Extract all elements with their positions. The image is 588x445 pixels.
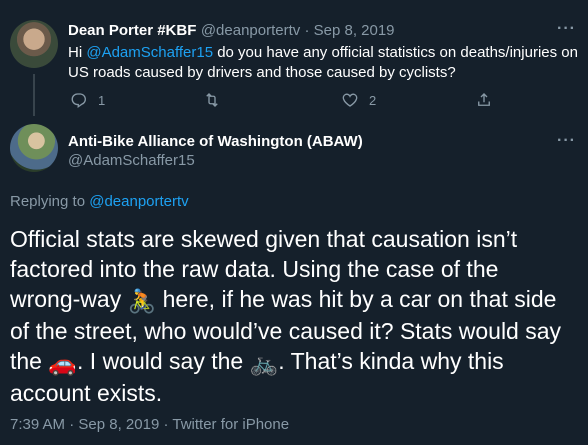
tweet1-author-name[interactable]: Dean Porter #KBF (68, 22, 196, 39)
tweet2-line-5b: . I would say the (77, 347, 250, 374)
tweet2-line-2: factored into the raw data. Using the ca… (10, 256, 499, 282)
tweet1-text-before: Hi (68, 44, 87, 61)
share-icon (478, 93, 490, 106)
bicycle-emoji-icon: 🚲 (249, 349, 279, 376)
tweet2-line-3a: wrong-way (10, 286, 128, 312)
cyclist-emoji-icon: 🚴 (127, 287, 157, 314)
replying-to: Replying to @deanportertv (10, 193, 189, 210)
tweet2-time[interactable]: 7:39 AM (10, 416, 65, 433)
replying-to-handle[interactable]: @deanportertv (89, 193, 188, 210)
avatar-dean-porter[interactable] (10, 20, 58, 68)
tweet2-line-5c: . That’s kinda why this (278, 347, 504, 374)
tweet2-meta: 7:39 AM · Sep 8, 2019 · Twitter for iPho… (10, 416, 289, 433)
tweet2-line-5a: the (10, 347, 49, 374)
tweet2-more-icon[interactable]: ··· (557, 132, 576, 150)
avatar-abaw[interactable] (10, 124, 58, 172)
tweet1-more-icon[interactable]: ··· (557, 20, 576, 38)
retweet-icon (206, 93, 218, 107)
tweet1-mention[interactable]: @AdamSchaffer15 (86, 44, 213, 61)
tweet2-line-4: of the street, who would’ve caused it? S… (10, 317, 562, 344)
tweet2-line-3: wrong-way 🚴 here, if he was hit by a car… (10, 284, 580, 316)
reply-icon (71, 93, 86, 109)
tweet2-meta-sep2: · (159, 416, 173, 433)
tweet1-separator: · (300, 22, 314, 39)
tweet2-header: Anti-Bike Alliance of Washington (ABAW) … (68, 133, 363, 169)
reply-button[interactable]: 1 (70, 91, 105, 109)
tweet2-author-name[interactable]: Anti-Bike Alliance of Washington (ABAW) (68, 133, 363, 150)
tweet1-header: Dean Porter #KBF @deanportertv · Sep 8, … (68, 22, 395, 40)
retweet-button[interactable] (203, 91, 229, 109)
tweet2-meta-sep1: · (65, 416, 79, 433)
thread-line (33, 74, 35, 116)
reply-count: 1 (98, 92, 106, 108)
tweet2-line-1: Official stats are skewed given that cau… (10, 226, 518, 252)
car-emoji-icon: 🚗 (48, 349, 78, 376)
replying-to-label: Replying to (10, 193, 90, 210)
tweet1-author-handle[interactable]: @deanportertv (201, 22, 300, 39)
share-button[interactable] (475, 91, 493, 109)
tweet1-date[interactable]: Sep 8, 2019 (314, 22, 395, 39)
tweet2-source[interactable]: Twitter for iPhone (172, 416, 289, 433)
like-count: 2 (369, 92, 377, 108)
like-button[interactable]: 2 (341, 91, 376, 109)
heart-icon (342, 93, 358, 107)
tweet2-author-handle[interactable]: @AdamSchaffer15 (68, 152, 363, 169)
tweet2-date[interactable]: Sep 8, 2019 (78, 416, 159, 433)
tweet2-line-3b: here, if he was hit by a car on that sid… (156, 286, 557, 312)
tweet1-text: Hi @AdamSchaffer15 do you have any offic… (68, 43, 583, 83)
tweet2-line-6: account exists. (10, 379, 163, 406)
tweet2-line-5: the 🚗. I would say the 🚲. That’s kinda w… (10, 346, 580, 378)
tweet2-text: Official stats are skewed given that cau… (10, 224, 580, 408)
